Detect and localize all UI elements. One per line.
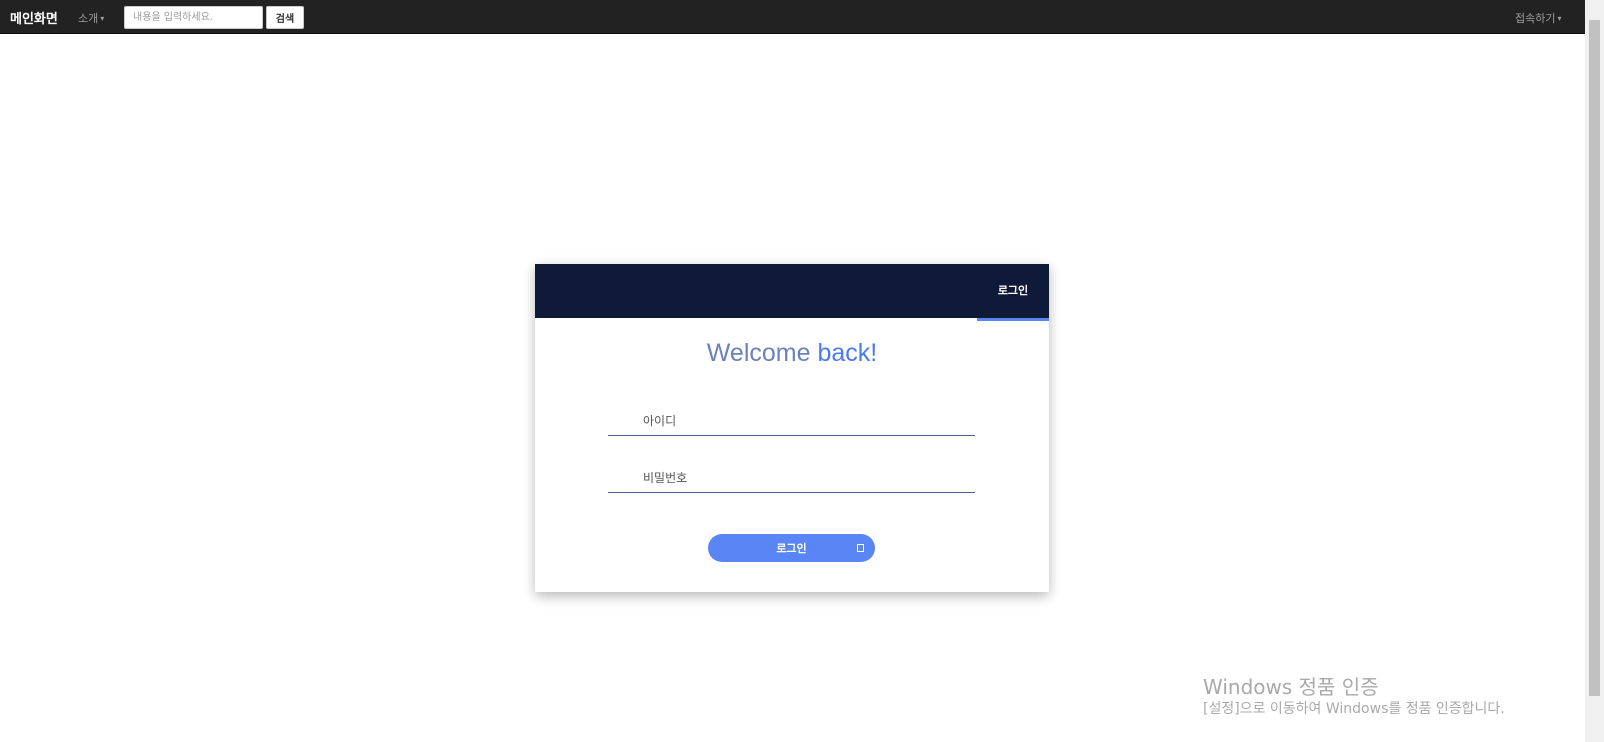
- arrow-icon: [857, 544, 864, 552]
- login-card-header: 로그인: [535, 264, 1049, 321]
- connect-dropdown[interactable]: 접속하기 ▾: [1515, 10, 1562, 26]
- page: 메인화면 소개▾ 검색 접속하기▾ 로그인 Welcome back! 로그인 …: [0, 0, 1604, 742]
- tab-login[interactable]: 로그인: [977, 264, 1049, 321]
- username-field[interactable]: [608, 406, 975, 436]
- back-word: back!: [817, 339, 878, 367]
- activation-watermark-subtitle: [설정]으로 이동하여 Windows를 정품 인증합니다.: [1203, 701, 1505, 717]
- scrollbar-thumb[interactable]: [1589, 20, 1600, 696]
- connect-dropdown-label: 접속하기: [1515, 12, 1556, 25]
- login-card: 로그인 Welcome back! 로그인: [535, 264, 1049, 592]
- vertical-scrollbar[interactable]: [1585, 0, 1604, 742]
- brand-link[interactable]: 메인화면: [10, 8, 58, 27]
- password-field[interactable]: [608, 463, 975, 493]
- activation-watermark-title: Windows 정품 인증: [1203, 675, 1379, 699]
- active-tab-indicator: [977, 318, 1049, 321]
- login-submit-button[interactable]: 로그인: [708, 534, 875, 562]
- intro-dropdown[interactable]: 소개 ▾: [78, 10, 104, 26]
- caret-down-icon: ▾: [1557, 14, 1562, 23]
- search-button[interactable]: 검색: [266, 6, 304, 29]
- search-input[interactable]: [124, 6, 263, 29]
- welcome-heading: Welcome back!: [535, 339, 1049, 368]
- caret-down-icon: ▾: [100, 14, 105, 23]
- top-navbar: 메인화면 소개▾ 검색 접속하기▾: [0, 0, 1585, 34]
- login-submit-label: 로그인: [776, 542, 807, 555]
- welcome-word: Welcome: [706, 339, 811, 367]
- intro-dropdown-label: 소개: [78, 12, 99, 25]
- tab-login-label: 로그인: [997, 284, 1029, 297]
